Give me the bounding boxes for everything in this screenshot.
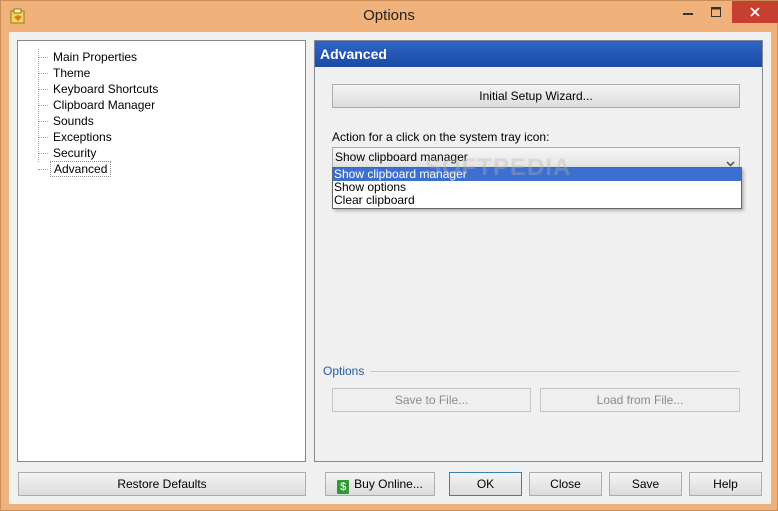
tree-branch — [38, 153, 48, 154]
select-value: Show clipboard manager — [335, 150, 468, 164]
tree-item-label: Theme — [53, 66, 91, 80]
tree-item-advanced[interactable]: Advanced — [38, 161, 112, 177]
options-divider — [370, 371, 740, 372]
client-area: Main Properties Theme Keyboard Shortcuts… — [9, 32, 771, 504]
tree-item-main-properties[interactable]: Main Properties — [38, 49, 140, 65]
tree-item-label: Advanced — [50, 161, 112, 177]
restore-defaults-button[interactable]: Restore Defaults — [18, 472, 306, 496]
tree-branch — [38, 121, 48, 122]
tree-branch — [38, 57, 48, 58]
window-title: Options — [363, 7, 415, 24]
tree-item-theme[interactable]: Theme — [38, 65, 93, 81]
tree-branch — [38, 169, 48, 170]
tree-branch — [38, 137, 48, 138]
tree-item-sounds[interactable]: Sounds — [38, 113, 97, 129]
maximize-button[interactable] — [702, 1, 730, 23]
options-window: Options Main Properties Theme Keyboard S… — [0, 0, 778, 511]
tray-action-label: Action for a click on the system tray ic… — [332, 130, 550, 144]
title-bar[interactable]: Options — [1, 1, 778, 32]
buy-online-label: Buy Online... — [354, 477, 423, 491]
tree-branch — [38, 73, 48, 74]
options-group-label: Options — [323, 364, 365, 378]
tree-item-label: Keyboard Shortcuts — [53, 82, 159, 96]
help-button[interactable]: Help — [689, 472, 762, 496]
ok-button[interactable]: OK — [449, 472, 522, 496]
options-tree[interactable]: Main Properties Theme Keyboard Shortcuts… — [17, 40, 306, 462]
dropdown-option[interactable]: Clear clipboard — [333, 194, 741, 207]
panel-title: Advanced — [315, 41, 762, 67]
money-icon: $ — [337, 480, 350, 494]
save-button[interactable]: Save — [609, 472, 682, 496]
buy-online-button[interactable]: $ Buy Online... — [325, 472, 435, 496]
tree-item-label: Main Properties — [53, 50, 138, 64]
tree-item-security[interactable]: Security — [38, 145, 99, 161]
tree-item-clipboard-manager[interactable]: Clipboard Manager — [38, 97, 158, 113]
tree-branch — [38, 105, 48, 106]
tree-item-label: Exceptions — [53, 130, 112, 144]
minimize-button[interactable] — [673, 1, 702, 23]
tree-item-label: Sounds — [53, 114, 94, 128]
tree-branch — [38, 89, 48, 90]
tree-item-label: Clipboard Manager — [53, 98, 156, 112]
close-button[interactable]: Close — [529, 472, 602, 496]
advanced-panel: Advanced Initial Setup Wizard... Action … — [314, 40, 763, 462]
close-window-button[interactable] — [732, 1, 778, 23]
tray-action-dropdown[interactable]: Show clipboard manager Show options Clea… — [332, 167, 742, 209]
save-to-file-button[interactable]: Save to File... — [332, 388, 531, 412]
tree-item-label: Security — [53, 146, 97, 160]
tray-action-select[interactable]: Show clipboard manager — [332, 147, 740, 168]
tree-item-keyboard-shortcuts[interactable]: Keyboard Shortcuts — [38, 81, 161, 97]
tree-item-exceptions[interactable]: Exceptions — [38, 129, 115, 145]
initial-setup-wizard-button[interactable]: Initial Setup Wizard... — [332, 84, 740, 108]
load-from-file-button[interactable]: Load from File... — [540, 388, 740, 412]
